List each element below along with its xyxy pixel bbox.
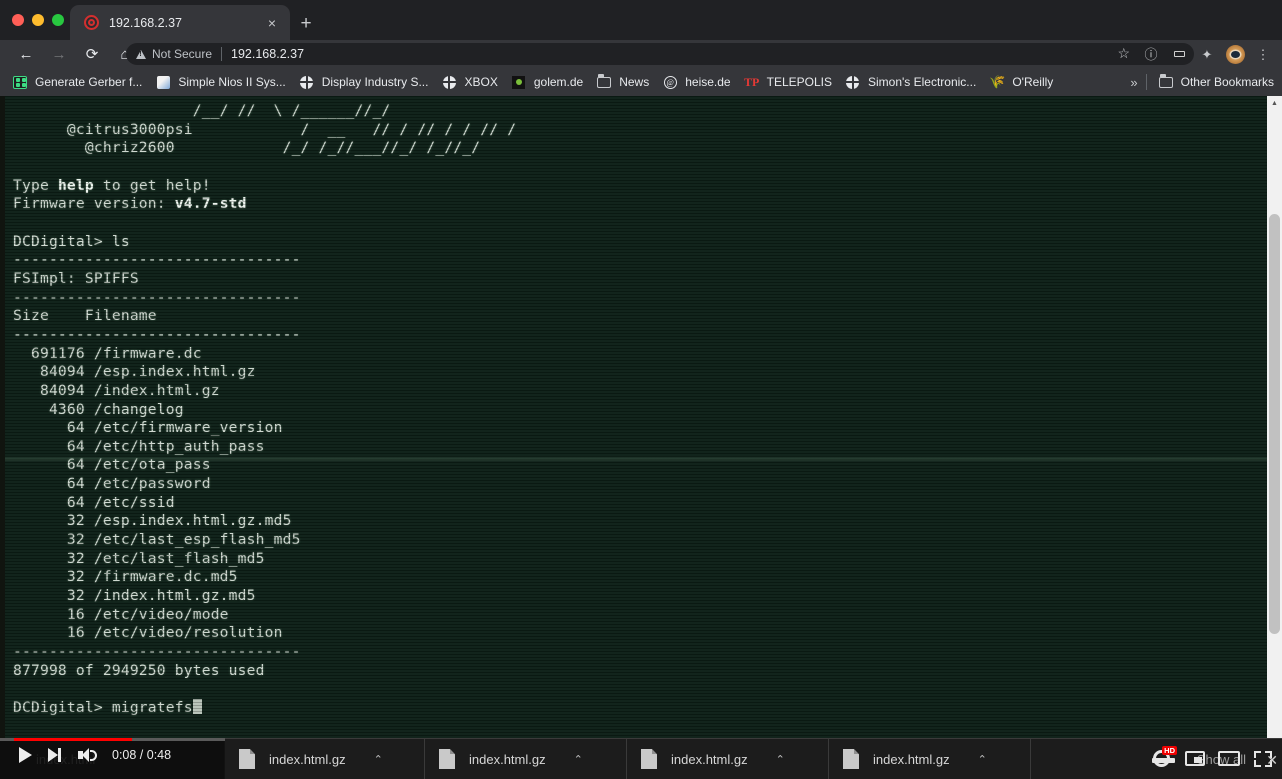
telepolis-icon: TP (743, 74, 760, 89)
bookmark-item[interactable]: TP TELEPOLIS (739, 71, 840, 93)
chevron-up-icon[interactable]: ⌃ (574, 753, 583, 766)
bookmark-star-icon[interactable]: ☆ (1117, 46, 1130, 60)
security-status-label: Not Secure (152, 47, 213, 61)
warning-triangle-icon (136, 49, 146, 59)
gerber-icon (12, 74, 28, 90)
bookmark-label: News (619, 75, 650, 89)
bookmark-label: O'Reilly (1012, 75, 1054, 89)
oreilly-icon: 🌾 (989, 74, 1006, 89)
bookmark-item[interactable]: Simon's Electronic... (840, 71, 984, 93)
bookmark-item[interactable]: XBOX (436, 71, 505, 93)
theater-mode-icon[interactable] (1214, 738, 1244, 779)
video-player-controls: 0:08 / 0:48 (0, 738, 225, 779)
close-icon[interactable]: × (262, 13, 282, 33)
maximize-window-button[interactable] (52, 14, 64, 26)
bookmark-item[interactable]: golem.de (506, 71, 591, 93)
favicon-spiral-icon (84, 14, 100, 31)
bookmark-item[interactable]: Display Industry S... (294, 71, 437, 93)
minimize-window-button[interactable] (32, 14, 44, 26)
file-icon (641, 749, 657, 769)
volume-icon[interactable] (78, 747, 97, 763)
scrollbar-thumb[interactable] (1269, 214, 1280, 634)
close-shelf-icon[interactable]: ✕ (1266, 752, 1278, 769)
bookmark-label: Simon's Electronic... (867, 75, 977, 89)
reading-list-icon[interactable] (1166, 41, 1192, 67)
nios-icon (155, 74, 171, 90)
vertical-scrollbar[interactable]: ▲ ▼ (1267, 96, 1282, 779)
browser-window: 192.168.2.37 × + ← → ⟳ ⌂ Not Secure 192.… (0, 0, 1282, 779)
settings-gear-icon[interactable]: HD (1146, 738, 1177, 779)
bookmark-label: heise.de (685, 75, 731, 89)
video-progress-fill (14, 738, 133, 741)
video-time-display: 0:08 / 0:48 (112, 748, 172, 762)
window-traffic-lights (12, 14, 64, 26)
download-label: index.html.gz (873, 751, 950, 767)
download-item[interactable]: index.html.gz ⌃ (627, 738, 829, 779)
play-icon[interactable] (19, 747, 32, 763)
globe-icon (845, 74, 861, 90)
close-window-button[interactable] (12, 14, 24, 26)
player-right-controls: HD (1146, 738, 1278, 779)
url-text: 192.168.2.37 (231, 47, 305, 61)
heise-icon: @ (662, 74, 678, 90)
globe-icon (299, 74, 315, 90)
browser-toolbar: ← → ⟳ ⌂ Not Secure 192.168.2.37 ☆ ⓘ ✦ ⋮ (0, 40, 1282, 68)
chevron-up-icon[interactable]: ⌃ (978, 753, 987, 766)
bookmark-item[interactable]: @ heise.de (657, 71, 738, 93)
download-label: index.html.gz (671, 751, 748, 767)
chrome-menu-icon[interactable]: ⋮ (1250, 41, 1276, 67)
toolbar-icons: ⓘ ✦ ⋮ (1138, 40, 1276, 68)
scroll-up-icon[interactable]: ▲ (1267, 96, 1282, 111)
bookmark-label: Display Industry S... (321, 75, 429, 89)
forward-arrow-icon[interactable]: → (45, 40, 73, 68)
bookmark-item[interactable]: Generate Gerber f... (7, 71, 150, 93)
bookmark-label: Generate Gerber f... (35, 75, 143, 89)
file-icon (439, 749, 455, 769)
video-progress-bar[interactable] (0, 738, 225, 741)
browser-tab[interactable]: 192.168.2.37 × (70, 5, 290, 40)
chevron-up-icon[interactable]: ⌃ (776, 753, 785, 766)
bookmark-label: TELEPOLIS (766, 75, 832, 89)
bookmark-item[interactable]: 🌾 O'Reilly (984, 71, 1061, 93)
download-item[interactable]: index.html.gz ⌃ (225, 738, 425, 779)
terminal-cursor (192, 699, 202, 714)
miniplayer-icon[interactable] (1180, 738, 1210, 779)
globe-icon (441, 74, 457, 90)
web-terminal[interactable]: /__/ // \ /______//_/ @citrus3000psi / _… (5, 96, 1267, 779)
download-item[interactable]: index.html.gz ⌃ (829, 738, 1031, 779)
divider (221, 47, 223, 61)
bookmark-item[interactable]: Simple Nios II Sys... (150, 71, 293, 93)
page-content: /__/ // \ /______//_/ @citrus3000psi / _… (0, 96, 1282, 779)
extensions-puzzle-icon[interactable]: ✦ (1194, 41, 1220, 67)
bookmarks-overflow-icon[interactable]: » (1122, 75, 1145, 90)
info-icon[interactable]: ⓘ (1138, 41, 1164, 67)
reload-icon[interactable]: ⟳ (78, 40, 106, 68)
bookmark-label: Simple Nios II Sys... (178, 75, 286, 89)
folder-icon (596, 74, 612, 90)
bookmarks-bar: Generate Gerber f... Simple Nios II Sys.… (0, 68, 1282, 96)
bookmark-label: golem.de (533, 75, 584, 89)
divider (1145, 74, 1147, 90)
chevron-up-icon[interactable]: ⌃ (374, 753, 383, 766)
download-label: index.html.gz (269, 751, 346, 767)
tab-title: 192.168.2.37 (109, 15, 182, 30)
folder-icon (1158, 74, 1174, 90)
back-arrow-icon[interactable]: ← (12, 40, 40, 68)
tab-strip: 192.168.2.37 × + (0, 0, 1282, 40)
other-bookmarks-button[interactable]: Other Bookmarks (1153, 71, 1282, 93)
other-bookmarks-label: Other Bookmarks (1180, 75, 1274, 89)
next-track-icon[interactable] (48, 748, 62, 762)
downloads-shelf: index.html index.html.gz ⌃ index.html.gz… (0, 738, 1282, 779)
new-tab-button[interactable]: + (294, 11, 318, 35)
file-icon (843, 749, 859, 769)
bookmark-item[interactable]: News (591, 71, 657, 93)
hd-badge: HD (1162, 746, 1177, 755)
download-label: index.html.gz (469, 751, 546, 767)
address-bar[interactable]: Not Secure 192.168.2.37 (126, 43, 1194, 65)
file-icon (239, 749, 255, 769)
bookmark-label: XBOX (464, 75, 498, 89)
avatar[interactable] (1222, 41, 1248, 67)
download-item[interactable]: index.html.gz ⌃ (425, 738, 627, 779)
golem-icon (511, 74, 527, 90)
